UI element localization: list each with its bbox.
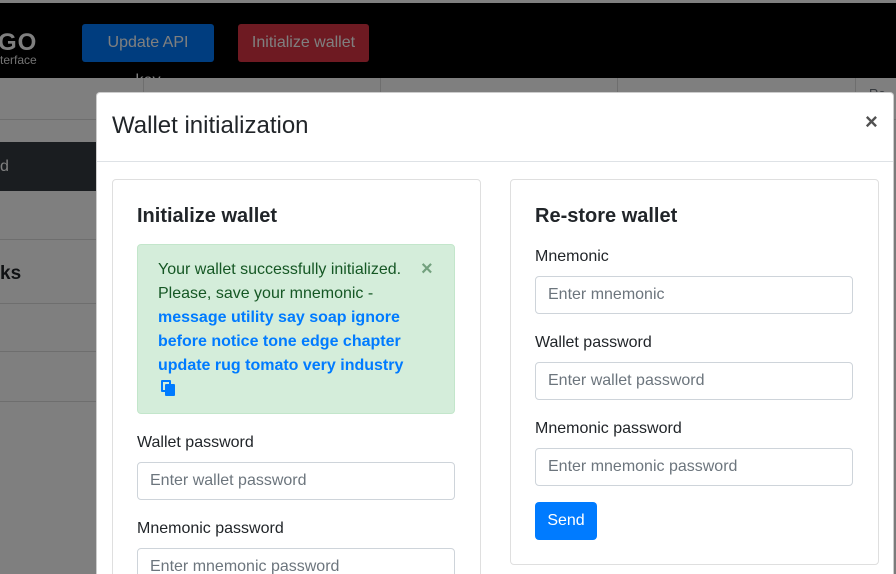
wallet-password-label: Wallet password [137,434,254,451]
mnemonic-password-input[interactable] [535,448,853,486]
wallet-password-label: Wallet password [535,334,652,351]
copy-icon[interactable] [161,380,175,396]
send-button[interactable]: Send [535,502,597,540]
mnemonic-password-label: Mnemonic password [535,420,682,437]
card-title: Re-store wallet [535,205,678,227]
success-alert: Your wallet successfully initialized. Pl… [137,244,455,414]
card-title: Initialize wallet [137,205,278,227]
modal-header: Wallet initialization × [97,93,893,162]
mnemonic-input[interactable] [535,276,853,314]
wallet-initialization-modal: Wallet initialization × Initialize walle… [96,92,894,574]
alert-close-icon[interactable]: × [421,257,433,281]
alert-message: Your wallet successfully initialized. Pl… [158,261,402,302]
initialize-wallet-card: Initialize wallet Your wallet successful… [112,179,481,574]
mnemonic-link[interactable]: message utility say soap ignore before n… [158,309,403,398]
close-icon[interactable]: × [865,109,878,135]
mnemonic-label: Mnemonic [535,248,609,265]
modal-title: Wallet initialization [112,112,309,139]
restore-wallet-card: Re-store wallet Mnemonic Wallet password… [510,179,879,565]
wallet-password-input[interactable] [137,462,455,500]
mnemonic-text: message utility say soap ignore before n… [158,309,404,374]
wallet-password-input[interactable] [535,362,853,400]
mnemonic-password-label: Mnemonic password [137,520,284,537]
mnemonic-password-input[interactable] [137,548,455,574]
